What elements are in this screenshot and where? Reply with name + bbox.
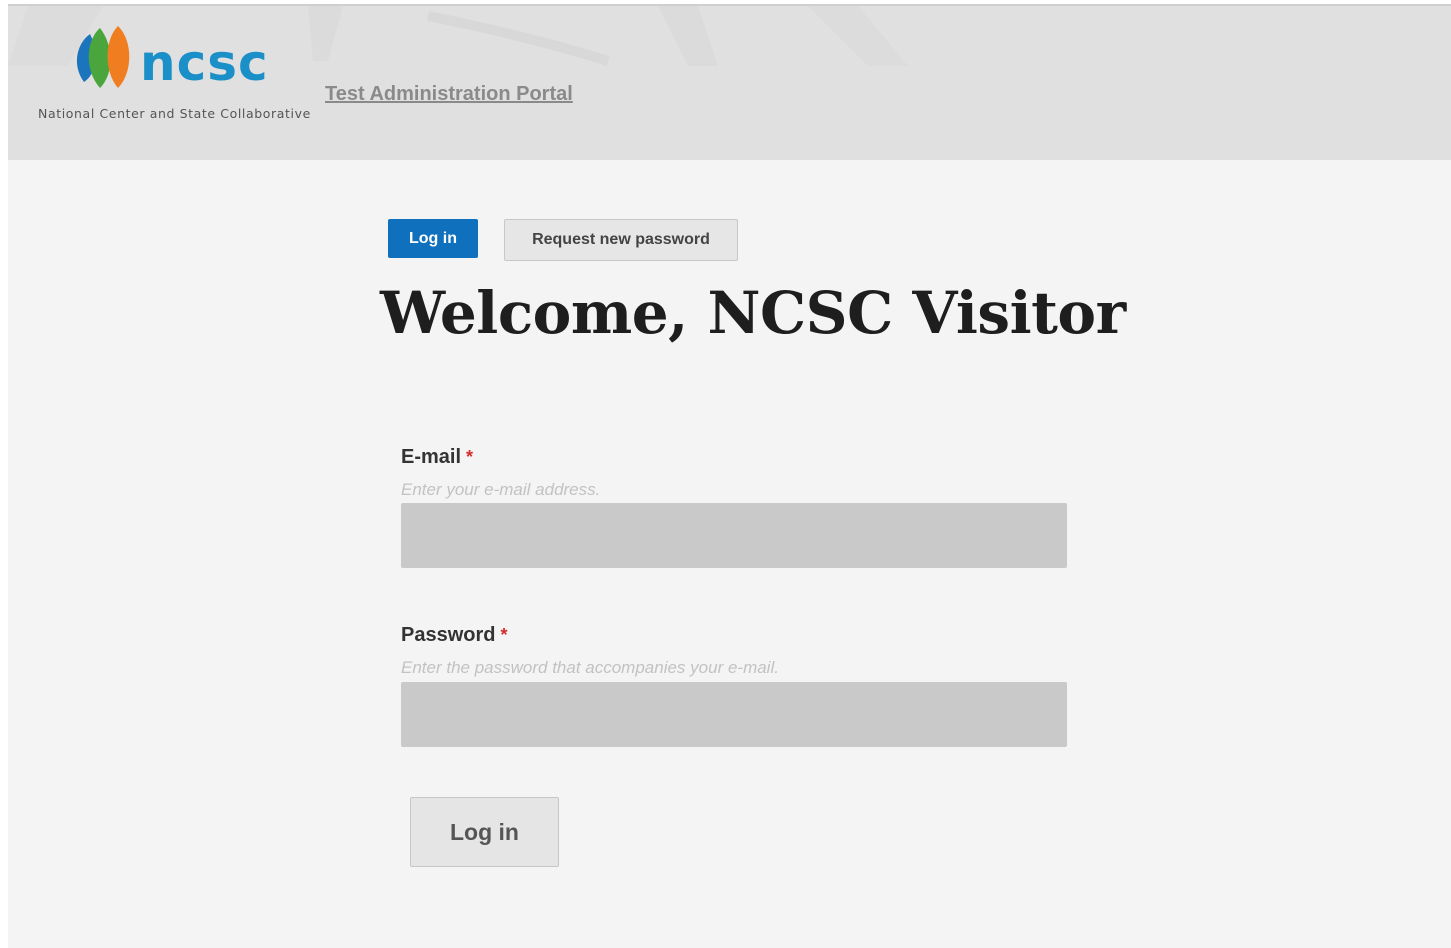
password-required-mark: * <box>500 625 508 645</box>
logo-tagline: National Center and State Collaborative <box>38 106 311 121</box>
ncsc-leaf-logo-icon <box>76 26 130 88</box>
password-label: Password * <box>401 624 508 647</box>
email-description: Enter your e-mail address. <box>401 480 601 499</box>
password-field[interactable] <box>401 682 1067 747</box>
tab-log-in[interactable]: Log in <box>388 219 478 258</box>
password-label-text: Password <box>401 624 496 646</box>
logo-wordmark: ncsc <box>140 34 269 92</box>
header-decor-shape-far <box>808 6 908 66</box>
ncsc-logo[interactable]: ncsc National Center and State Collabora… <box>38 22 318 132</box>
site-header: ncsc National Center and State Collabora… <box>8 4 1451 160</box>
log-in-submit-button[interactable]: Log in <box>410 797 559 867</box>
page-title: Welcome, NCSC Visitor <box>380 279 1126 347</box>
logo-leaf-orange <box>107 26 130 88</box>
password-description: Enter the password that accompanies your… <box>401 658 779 677</box>
logo-leaf-green <box>88 28 111 88</box>
email-label-text: E-mail <box>401 446 462 468</box>
portal-home-link[interactable]: Test Administration Portal <box>325 83 573 106</box>
header-decor-shape-right <box>658 6 718 66</box>
header-decor-arc <box>427 11 610 66</box>
email-required-mark: * <box>466 447 474 467</box>
email-field[interactable] <box>401 503 1067 568</box>
email-label: E-mail * <box>401 446 473 469</box>
tab-request-new-password[interactable]: Request new password <box>504 219 738 261</box>
